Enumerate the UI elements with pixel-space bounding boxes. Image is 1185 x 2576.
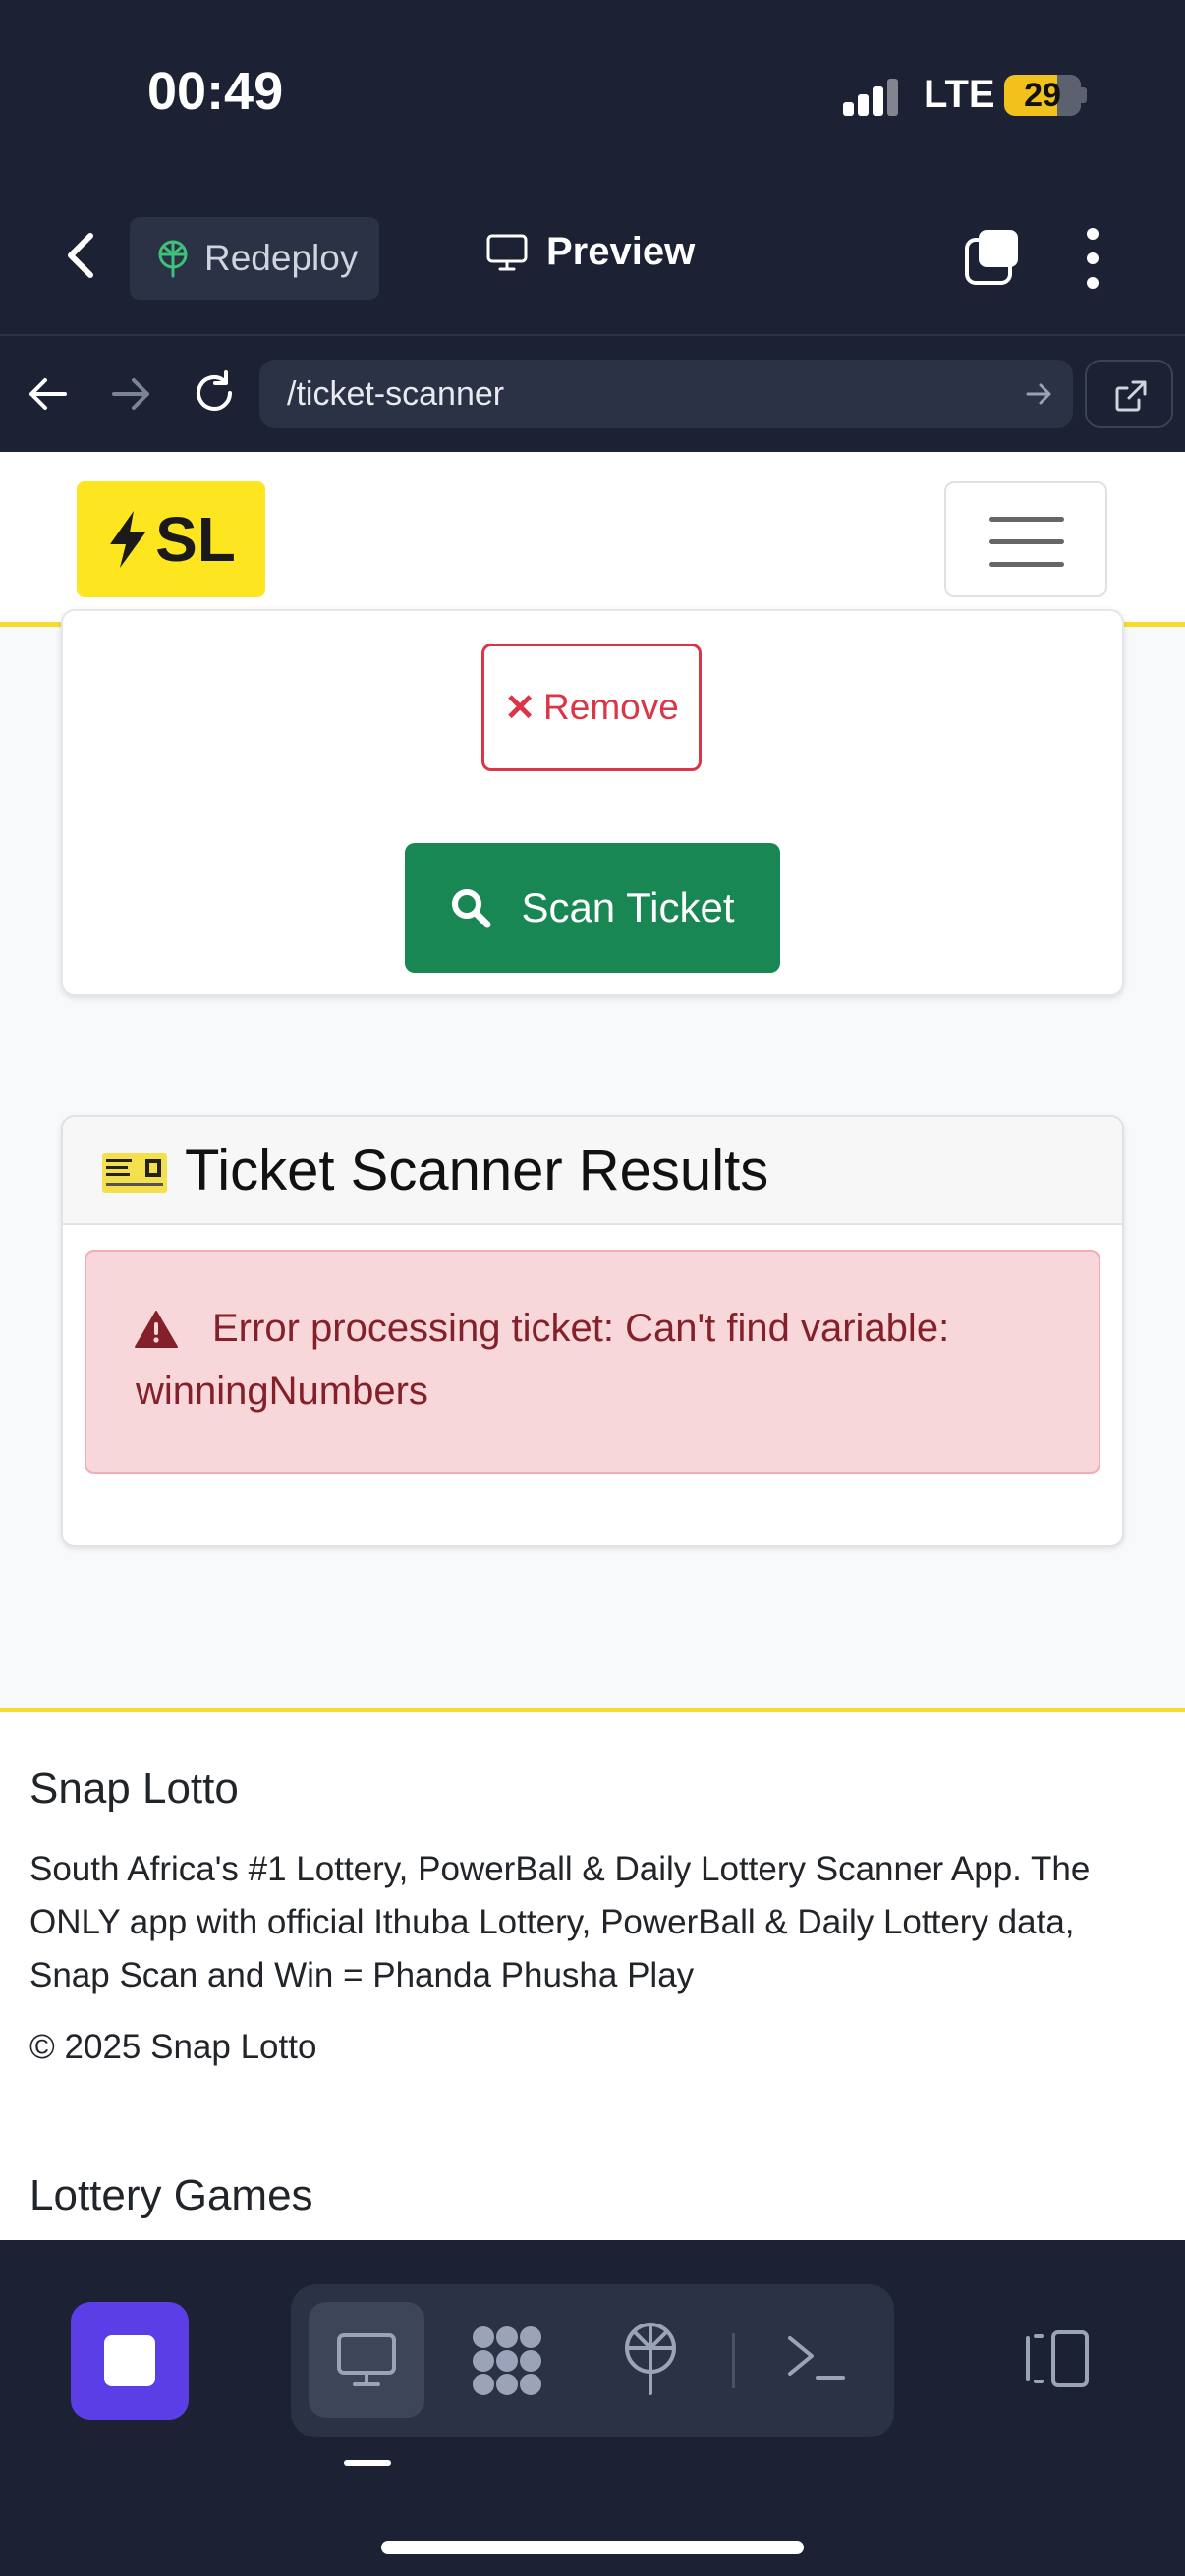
stop-button[interactable] xyxy=(71,2302,189,2420)
lightning-icon xyxy=(110,511,146,568)
more-menu-icon[interactable] xyxy=(1079,228,1108,289)
monitor-icon xyxy=(337,2333,396,2386)
copyright: © 2025 Snap Lotto xyxy=(29,2028,317,2066)
results-title: Ticket Scanner Results xyxy=(185,1139,769,1203)
layout-icon[interactable] xyxy=(1018,2328,1093,2394)
brand-logo[interactable]: SL xyxy=(77,481,265,597)
shell-icon[interactable] xyxy=(782,2326,851,2394)
deploy-icon[interactable] xyxy=(619,2321,682,2402)
arrow-right-icon[interactable] xyxy=(108,371,153,417)
open-external-button[interactable] xyxy=(1085,360,1173,428)
scan-ticket-button[interactable]: Scan Ticket xyxy=(405,843,780,973)
external-link-icon xyxy=(1115,380,1147,412)
error-message: Error processing ticket: Can't find vari… xyxy=(136,1307,950,1413)
signal-icon xyxy=(843,79,900,116)
remove-button[interactable]: ✕ Remove xyxy=(481,644,702,771)
remove-label: Remove xyxy=(543,687,679,727)
redeploy-button[interactable]: Redeploy xyxy=(130,217,379,300)
arrow-left-icon[interactable] xyxy=(26,371,71,417)
network-type: LTE xyxy=(924,73,995,116)
back-chevron-icon[interactable] xyxy=(57,226,106,285)
stop-icon xyxy=(104,2335,155,2386)
reload-icon[interactable] xyxy=(189,367,240,419)
footer-description: South Africa's #1 Lottery, PowerBall & D… xyxy=(29,1850,1091,1994)
redeploy-label: Redeploy xyxy=(204,238,359,278)
divider xyxy=(0,334,1185,336)
apps-icon[interactable] xyxy=(470,2324,544,2403)
preview-label: Preview xyxy=(546,230,696,273)
deploy-icon xyxy=(158,240,188,278)
close-icon: ✕ xyxy=(504,687,536,729)
scan-ticket-label: Scan Ticket xyxy=(521,884,735,930)
home-indicator[interactable] xyxy=(381,2541,804,2554)
preview-tool-button[interactable] xyxy=(309,2302,424,2418)
go-arrow-icon[interactable] xyxy=(1024,379,1053,409)
url-bar[interactable]: /ticket-scanner xyxy=(259,360,1073,428)
battery-icon: 29 xyxy=(1004,75,1081,116)
ticket-icon xyxy=(102,1153,167,1193)
preview-tab[interactable]: Preview xyxy=(485,230,695,274)
monitor-icon xyxy=(486,234,528,270)
tabs-icon[interactable] xyxy=(963,228,1022,287)
url-text: /ticket-scanner xyxy=(287,375,505,413)
lottery-games-heading: Lottery Games xyxy=(29,2171,313,2219)
status-time: 00:49 xyxy=(147,62,284,121)
active-tool-indicator xyxy=(344,2460,391,2466)
footer-title: Snap Lotto xyxy=(29,1764,239,1813)
toolbar-separator xyxy=(732,2333,735,2388)
battery-level: 29 xyxy=(1024,77,1061,114)
battery-tip xyxy=(1081,87,1087,103)
menu-toggle-button[interactable] xyxy=(944,481,1107,597)
brand-text: SL xyxy=(155,504,236,575)
search-icon xyxy=(452,889,491,928)
